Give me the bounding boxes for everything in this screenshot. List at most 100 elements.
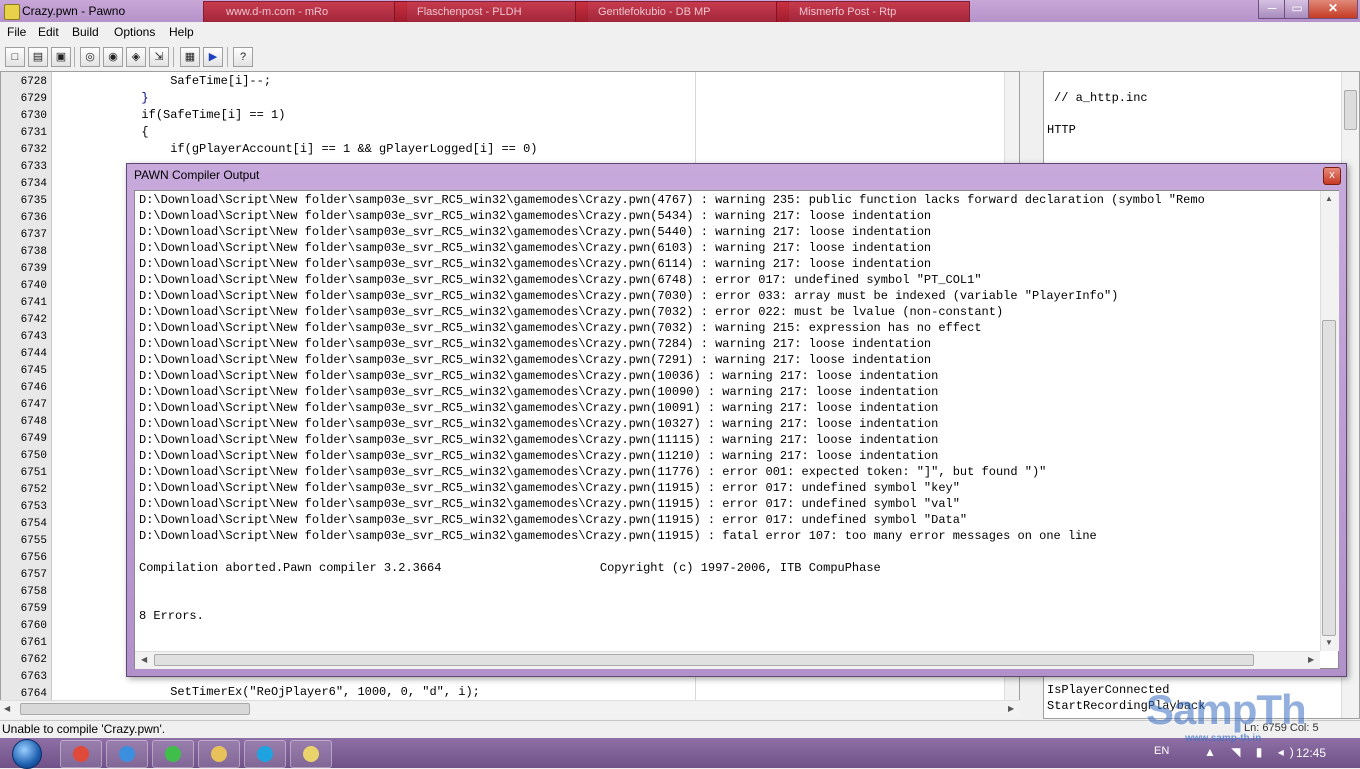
- pawno-icon: [303, 746, 319, 762]
- background-tab[interactable]: Mismerfo Post - Rtp: [776, 1, 970, 23]
- help-icon[interactable]: ?: [233, 47, 253, 67]
- line-number: 6763: [20, 671, 47, 683]
- menu-options[interactable]: Options: [114, 25, 155, 39]
- toolbar-separator: [173, 47, 174, 67]
- editor-horizontal-scroll-thumb[interactable]: [20, 703, 250, 715]
- background-tab[interactable]: Gentlefokubio - DB MP: [575, 1, 789, 23]
- line-number: 6747: [20, 399, 47, 411]
- scroll-up-arrow-icon[interactable]: ▲: [1325, 194, 1333, 203]
- line-number: 6762: [20, 654, 47, 666]
- function-list-item[interactable]: HTTP: [1047, 123, 1076, 137]
- compiler-output-text[interactable]: D:\Download\Script\New folder\samp03e_sv…: [134, 190, 1339, 669]
- line-number: 6746: [20, 382, 47, 394]
- output-line: D:\Download\Script\New folder\samp03e_sv…: [139, 209, 932, 223]
- line-number: 6749: [20, 433, 47, 445]
- output-line: D:\Download\Script\New folder\samp03e_sv…: [139, 337, 932, 351]
- maximize-button[interactable]: ▭: [1284, 0, 1310, 19]
- status-message: Unable to compile 'Crazy.pwn'.: [2, 722, 166, 736]
- toolbar-separator: [227, 47, 228, 67]
- line-number: 6757: [20, 569, 47, 581]
- taskbar-app-button[interactable]: [152, 740, 194, 768]
- watermark-url: www.samp-th.in: [1185, 733, 1262, 744]
- line-number: 6737: [20, 229, 47, 241]
- scroll-left-arrow-icon[interactable]: ◀: [4, 704, 10, 713]
- menu-file[interactable]: File: [7, 25, 26, 39]
- save-icon[interactable]: ▣: [51, 47, 71, 67]
- output-vertical-scroll-thumb[interactable]: [1322, 320, 1336, 636]
- line-number: 6742: [20, 314, 47, 326]
- watermark-logo: SampTh: [1146, 686, 1307, 733]
- run-icon[interactable]: ▶: [203, 47, 223, 67]
- output-horizontal-scroll-thumb[interactable]: [154, 654, 1254, 666]
- clock[interactable]: 12:45: [1296, 746, 1326, 760]
- line-number: 6730: [20, 110, 47, 122]
- line-number: 6752: [20, 484, 47, 496]
- taskbar-app-button[interactable]: [244, 740, 286, 768]
- line-number: 6734: [20, 178, 47, 190]
- line-number: 6758: [20, 586, 47, 598]
- menu-bar: File Edit Build Options Help: [0, 22, 1360, 42]
- language-indicator[interactable]: EN: [1154, 745, 1169, 757]
- open-file-icon[interactable]: ▤: [28, 47, 48, 67]
- code-line: {: [55, 125, 149, 139]
- goto-icon[interactable]: ⇲: [149, 47, 169, 67]
- output-line: 8 Errors.: [139, 609, 204, 623]
- function-list-scroll-thumb[interactable]: [1344, 90, 1357, 130]
- line-number: 6741: [20, 297, 47, 309]
- background-tab[interactable]: www.d-m.com - mRo: [203, 1, 407, 23]
- line-number: 6731: [20, 127, 47, 139]
- find-next-icon[interactable]: ◉: [103, 47, 123, 67]
- dialog-close-icon[interactable]: x: [1323, 167, 1341, 185]
- taskbar-app-button[interactable]: [60, 740, 102, 768]
- function-list-item[interactable]: // a_http.inc: [1054, 91, 1148, 105]
- minimize-button[interactable]: ─: [1258, 0, 1286, 19]
- chrome-icon: [73, 746, 89, 762]
- output-line: D:\Download\Script\New folder\samp03e_sv…: [139, 513, 968, 527]
- output-line: D:\Download\Script\New folder\samp03e_sv…: [139, 257, 932, 271]
- compile-icon[interactable]: ▦: [180, 47, 200, 67]
- line-number: 6759: [20, 603, 47, 615]
- find-icon[interactable]: ◎: [80, 47, 100, 67]
- replace-icon[interactable]: ◈: [126, 47, 146, 67]
- background-tab[interactable]: Flaschenpost - PLDH: [394, 1, 588, 23]
- scroll-left-arrow-icon[interactable]: ◀: [141, 655, 147, 664]
- line-number: 6750: [20, 450, 47, 462]
- line-number: 6736: [20, 212, 47, 224]
- start-button[interactable]: [12, 739, 42, 769]
- line-number: 6738: [20, 246, 47, 258]
- line-number: 6745: [20, 365, 47, 377]
- output-line: D:\Download\Script\New folder\samp03e_sv…: [139, 529, 1097, 543]
- line-number: 6748: [20, 416, 47, 428]
- taskbar-app-button[interactable]: [106, 740, 148, 768]
- menu-help[interactable]: Help: [169, 25, 194, 39]
- output-line: Compilation aborted.Pawn compiler 3.2.36…: [139, 561, 881, 575]
- toolbar-separator: [74, 47, 75, 67]
- line-number: 6728: [20, 76, 47, 88]
- system-tray-icons[interactable]: ▲ ◥ ▮ ◂): [1204, 745, 1300, 759]
- line-number: 6735: [20, 195, 47, 207]
- scroll-down-arrow-icon[interactable]: ▼: [1325, 638, 1333, 647]
- line-number: 6751: [20, 467, 47, 479]
- code-line: if(SafeTime[i] == 1): [55, 108, 286, 122]
- output-line: D:\Download\Script\New folder\samp03e_sv…: [139, 241, 932, 255]
- output-line: D:\Download\Script\New folder\samp03e_sv…: [139, 321, 982, 335]
- line-number: 6753: [20, 501, 47, 513]
- ie-icon: [119, 746, 135, 762]
- taskbar-app-button[interactable]: [198, 740, 240, 768]
- output-line: D:\Download\Script\New folder\samp03e_sv…: [139, 481, 960, 495]
- taskbar-app-button[interactable]: [290, 740, 332, 768]
- menu-build[interactable]: Build: [72, 25, 99, 39]
- line-number: 6743: [20, 331, 47, 343]
- output-line: D:\Download\Script\New folder\samp03e_sv…: [139, 305, 1004, 319]
- menu-edit[interactable]: Edit: [38, 25, 59, 39]
- line-icon: [165, 746, 181, 762]
- output-line: D:\Download\Script\New folder\samp03e_sv…: [139, 289, 1119, 303]
- scroll-right-arrow-icon[interactable]: ▶: [1008, 704, 1014, 713]
- new-file-icon[interactable]: □: [5, 47, 25, 67]
- close-button[interactable]: ✕: [1308, 0, 1358, 19]
- line-number: 6739: [20, 263, 47, 275]
- scroll-right-arrow-icon[interactable]: ▶: [1308, 655, 1314, 664]
- code-line: SafeTime[i]--;: [55, 74, 272, 88]
- output-line: D:\Download\Script\New folder\samp03e_sv…: [139, 449, 939, 463]
- line-number: 6755: [20, 535, 47, 547]
